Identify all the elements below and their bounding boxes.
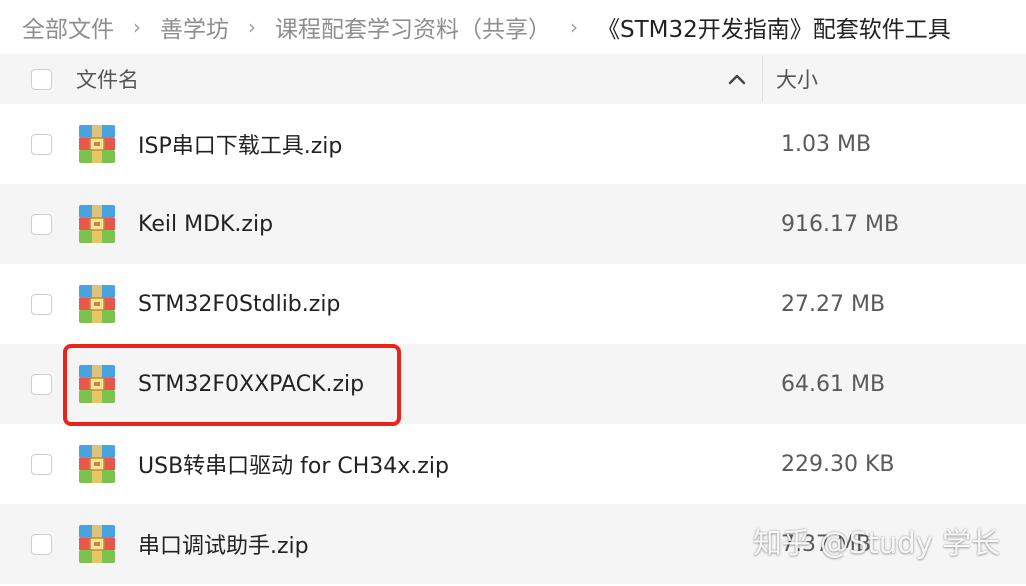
file-name[interactable]: Keil MDK.zip [138,212,763,237]
zip-archive-icon [79,365,115,403]
breadcrumb: 全部文件 › 善学坊 › 课程配套学习资料（共享） › 《STM32开发指南》配… [0,0,1026,54]
row-checkbox[interactable] [31,213,52,235]
row-checkbox[interactable] [31,293,52,315]
zip-archive-icon [79,525,115,563]
file-row[interactable]: STM32F0Stdlib.zip 27.27 MB [0,264,1026,344]
row-checkbox[interactable] [31,453,52,475]
file-row[interactable]: Keil MDK.zip 916.17 MB [0,184,1026,264]
file-size: 1.03 MB [781,131,872,157]
breadcrumb-item-current-folder: 《STM32开发指南》配套软件工具 [597,17,951,43]
column-header-name[interactable]: 文件名 [76,64,726,94]
breadcrumb-item-course-materials[interactable]: 课程配套学习资料（共享） [275,10,551,44]
file-list-header: 文件名 大小 [0,54,1026,104]
zip-archive-icon [79,285,115,323]
file-name[interactable]: STM32F0XXPACK.zip [138,372,763,397]
file-name[interactable]: USB转串口驱动 for CH34x.zip [138,448,763,480]
zip-archive-icon [79,125,115,163]
file-size: 229.30 KB [781,451,895,477]
select-all-checkbox[interactable] [31,68,52,90]
file-row[interactable]: ISP串口下载工具.zip 1.03 MB [0,104,1026,184]
row-checkbox[interactable] [31,373,52,395]
row-checkbox[interactable] [31,533,52,555]
chevron-right-icon: › [570,15,578,39]
file-row[interactable]: STM32F0XXPACK.zip 64.61 MB [0,344,1026,424]
file-row[interactable]: 串口调试助手.zip 7.37 MB [0,504,1026,584]
file-size: 27.27 MB [781,291,886,317]
file-name[interactable]: 串口调试助手.zip [138,528,763,560]
file-name[interactable]: STM32F0Stdlib.zip [138,292,763,317]
file-row[interactable]: USB转串口驱动 for CH34x.zip 229.30 KB [0,424,1026,504]
zip-archive-icon [79,445,115,483]
file-name[interactable]: ISP串口下载工具.zip [138,128,763,160]
row-checkbox[interactable] [31,133,52,155]
file-size: 64.61 MB [781,371,886,397]
file-size: 916.17 MB [781,211,900,237]
zip-archive-icon [79,205,115,243]
chevron-up-icon[interactable] [726,68,748,90]
breadcrumb-item-shanxuefang[interactable]: 善学坊 [160,10,229,44]
file-size: 7.37 MB [781,531,872,557]
chevron-right-icon: › [133,15,141,39]
chevron-right-icon: › [248,15,256,39]
file-list: ISP串口下载工具.zip 1.03 MB Keil MDK.zip 916.1… [0,104,1026,584]
column-header-size[interactable]: 大小 [763,64,1026,94]
breadcrumb-item-all-files[interactable]: 全部文件 [22,10,114,44]
